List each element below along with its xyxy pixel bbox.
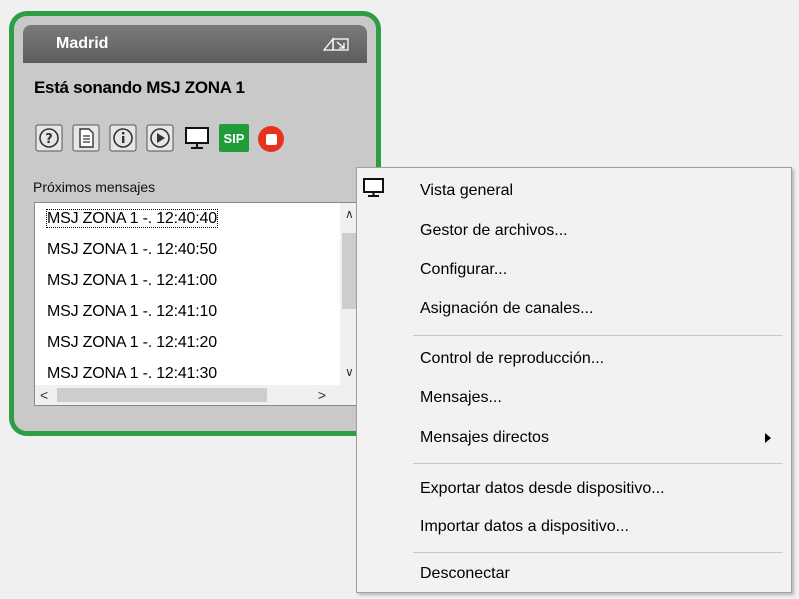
menu-item-mensajes[interactable]: Mensajes... [357, 379, 791, 416]
list-item[interactable]: MSJ ZONA 1 -. 12:41:10 [35, 296, 340, 327]
play-icon[interactable] [145, 123, 175, 153]
menu-item-label: Mensajes directos [420, 429, 549, 446]
help-icon[interactable]: ? [34, 123, 64, 153]
device-header: Madrid [23, 25, 367, 63]
device-panel: Madrid Está sonando MSJ ZONA 1 ? SIP Pró… [9, 11, 381, 436]
info-icon[interactable] [108, 123, 138, 153]
menu-item-configurar[interactable]: Configurar... [357, 251, 791, 288]
list-item-text: MSJ ZONA 1 -. 12:40:40 [46, 209, 218, 228]
list-item-text: MSJ ZONA 1 -. 12:41:20 [47, 334, 217, 351]
menu-item-importar-datos[interactable]: Importar datos a dispositivo... [357, 508, 791, 545]
list-item-text: MSJ ZONA 1 -. 12:40:50 [47, 241, 217, 258]
next-messages-list[interactable]: MSJ ZONA 1 -. 12:40:40 MSJ ZONA 1 -. 12:4… [34, 202, 361, 406]
menu-separator [413, 335, 783, 336]
list-item[interactable]: MSJ ZONA 1 -. 12:40:50 [35, 234, 340, 265]
scroll-down-icon[interactable]: ∨ [345, 365, 354, 379]
playback-status: Está sonando MSJ ZONA 1 [34, 78, 245, 97]
sip-button[interactable]: SIP [219, 124, 249, 152]
list-item[interactable]: MSJ ZONA 1 -. 12:41:20 [35, 327, 340, 358]
minimize-window-icon[interactable] [323, 37, 349, 51]
list-item-text: MSJ ZONA 1 -. 12:41:00 [47, 272, 217, 289]
menu-item-desconectar[interactable]: Desconectar [357, 555, 791, 592]
submenu-arrow-icon [765, 433, 771, 443]
scroll-up-icon[interactable]: ∧ [345, 207, 354, 221]
device-title: Madrid [56, 35, 109, 52]
next-messages-label: Próximos mensajes [33, 179, 156, 195]
stop-icon[interactable] [258, 126, 284, 152]
list-item[interactable]: MSJ ZONA 1 -. 12:40:40 [35, 203, 340, 234]
scroll-left-icon[interactable]: < [40, 387, 48, 403]
horizontal-scroll-thumb[interactable] [57, 388, 267, 402]
monitor-icon[interactable] [182, 123, 212, 153]
context-menu: Vista general Gestor de archivos... Conf… [356, 167, 792, 593]
horizontal-scrollbar[interactable]: < > [35, 385, 340, 405]
list-item[interactable]: MSJ ZONA 1 -. 12:41:00 [35, 265, 340, 296]
menu-item-control-reproduccion[interactable]: Control de reproducción... [357, 340, 791, 377]
menu-separator [413, 463, 783, 464]
menu-item-vista-general[interactable]: Vista general [357, 172, 791, 209]
menu-item-mensajes-directos[interactable]: Mensajes directos [357, 419, 791, 456]
menu-item-exportar-datos[interactable]: Exportar datos desde dispositivo... [357, 470, 791, 507]
svg-text:?: ? [45, 132, 53, 147]
list-item-text: MSJ ZONA 1 -. 12:41:30 [47, 365, 217, 382]
list-item[interactable]: MSJ ZONA 1 -. 12:41:30 [35, 358, 340, 385]
menu-item-asignacion-canales[interactable]: Asignación de canales... [357, 290, 791, 327]
menu-item-gestor-archivos[interactable]: Gestor de archivos... [357, 212, 791, 249]
list-item-text: MSJ ZONA 1 -. 12:41:10 [47, 303, 217, 320]
scroll-right-icon[interactable]: > [318, 387, 326, 403]
menu-separator [413, 552, 783, 553]
document-icon[interactable] [71, 123, 101, 153]
